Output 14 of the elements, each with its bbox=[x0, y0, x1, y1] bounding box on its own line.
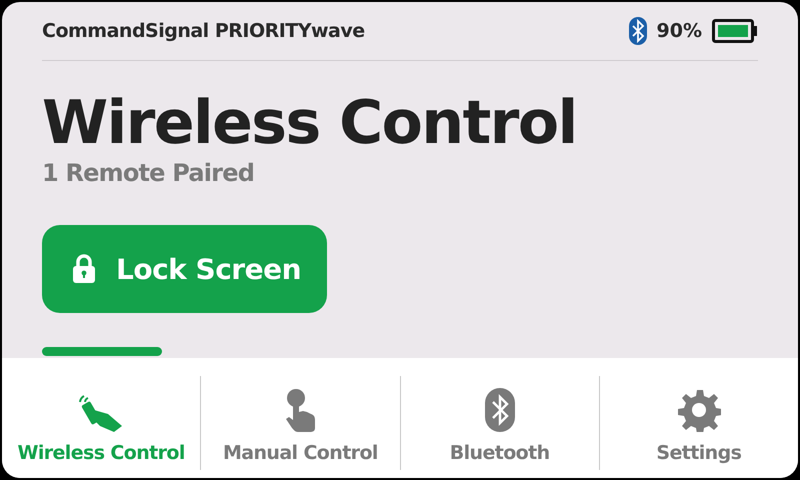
page-title: Wireless Control bbox=[42, 89, 578, 157]
lock-screen-button[interactable]: Lock Screen bbox=[42, 225, 327, 313]
nav-tab[interactable]: Wireless Control bbox=[2, 376, 200, 470]
device-title: CommandSignal PRIORITYwave bbox=[42, 20, 365, 42]
paired-status: 1 Remote Paired bbox=[42, 159, 256, 187]
settings-icon bbox=[676, 388, 721, 432]
nav-tab[interactable]: Bluetooth bbox=[400, 376, 599, 470]
battery-icon bbox=[712, 19, 758, 43]
lock-icon bbox=[72, 254, 96, 284]
nav-tab[interactable]: Manual Control bbox=[201, 376, 400, 470]
bluetooth-icon bbox=[484, 388, 515, 432]
nav-tab[interactable]: Settings bbox=[600, 376, 798, 470]
bluetooth-icon bbox=[628, 17, 647, 45]
battery-percentage: 90% bbox=[656, 20, 702, 42]
